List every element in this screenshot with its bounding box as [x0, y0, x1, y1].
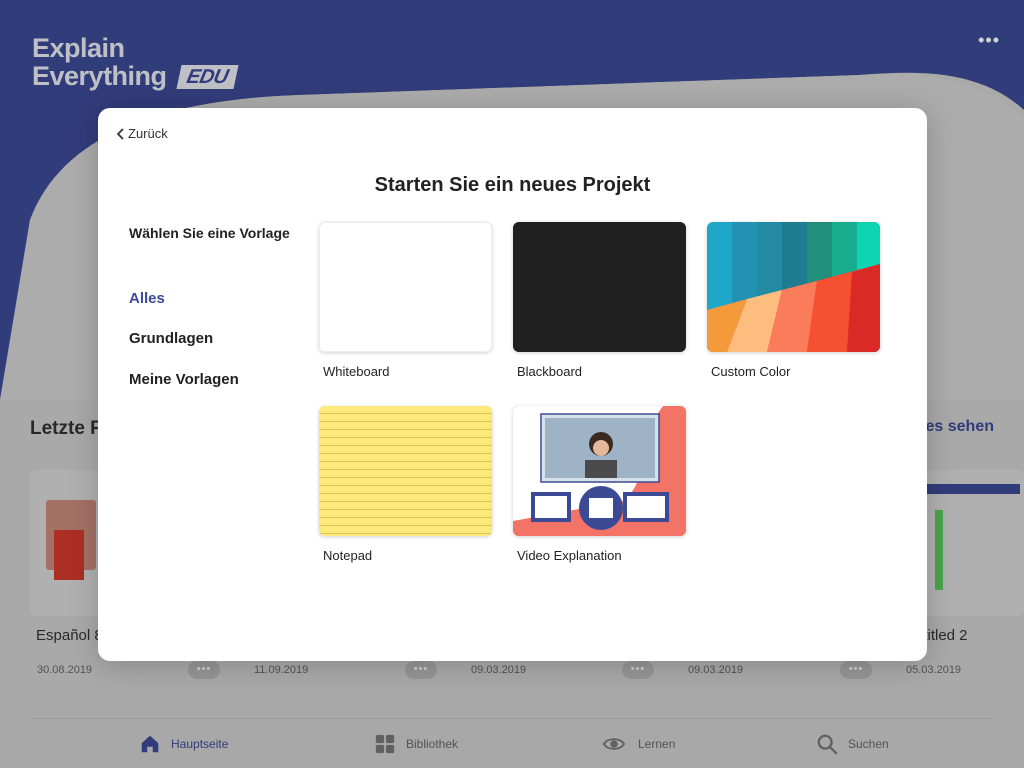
- template-blackboard[interactable]: [513, 222, 686, 352]
- template-label: Notepad: [323, 548, 373, 563]
- template-notepad[interactable]: [319, 406, 492, 536]
- color-palette-graphic: [707, 222, 880, 352]
- category-grundlagen[interactable]: Grundlagen: [129, 330, 213, 347]
- chevron-left-icon: [116, 127, 124, 140]
- new-project-modal: Zurück Starten Sie ein neues Projekt Wäh…: [98, 108, 927, 661]
- template-custom-color[interactable]: [707, 222, 880, 352]
- template-label: Blackboard: [517, 364, 583, 379]
- category-alles[interactable]: Alles: [129, 290, 165, 307]
- category-meine-vorlagen[interactable]: Meine Vorlagen: [129, 371, 239, 388]
- template-video-explanation[interactable]: [513, 406, 686, 536]
- back-button[interactable]: Zurück: [116, 126, 168, 141]
- template-whiteboard[interactable]: [319, 222, 492, 352]
- video-explanation-graphic: [513, 406, 686, 536]
- template-heading: Wählen Sie eine Vorlage: [129, 225, 290, 241]
- template-label: Video Explanation: [517, 548, 622, 563]
- template-label: Custom Color: [711, 364, 791, 379]
- template-label: Whiteboard: [323, 364, 390, 379]
- modal-title: Starten Sie ein neues Projekt: [374, 174, 651, 196]
